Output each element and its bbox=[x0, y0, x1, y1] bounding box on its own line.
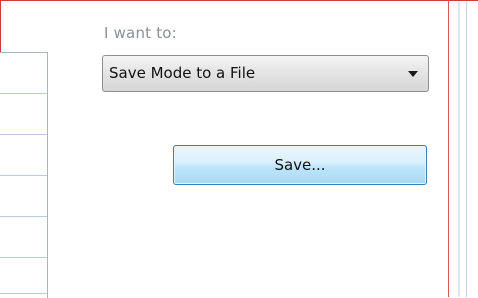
list-row-separator bbox=[0, 293, 47, 294]
list-row-separator bbox=[0, 216, 47, 217]
list-row-separator bbox=[0, 175, 47, 176]
chevron-down-icon[interactable] bbox=[408, 71, 418, 77]
mode-list-panel[interactable] bbox=[0, 52, 48, 298]
intent-label: I want to: bbox=[104, 24, 177, 42]
window-frame: I want to: Save Mode to a File Save... bbox=[0, 0, 478, 298]
right-scroll-strip bbox=[449, 1, 478, 297]
right-strip-line bbox=[458, 1, 460, 297]
save-button-label: Save... bbox=[274, 156, 326, 174]
list-row-separator bbox=[0, 93, 47, 94]
window-border-top bbox=[0, 0, 478, 1]
right-strip-line bbox=[466, 1, 467, 297]
mode-dropdown-value: Save Mode to a File bbox=[109, 64, 256, 82]
save-button[interactable]: Save... bbox=[173, 145, 427, 185]
list-row-separator bbox=[0, 134, 47, 135]
mode-dropdown[interactable]: Save Mode to a File bbox=[102, 55, 429, 92]
list-row-separator bbox=[0, 257, 47, 258]
